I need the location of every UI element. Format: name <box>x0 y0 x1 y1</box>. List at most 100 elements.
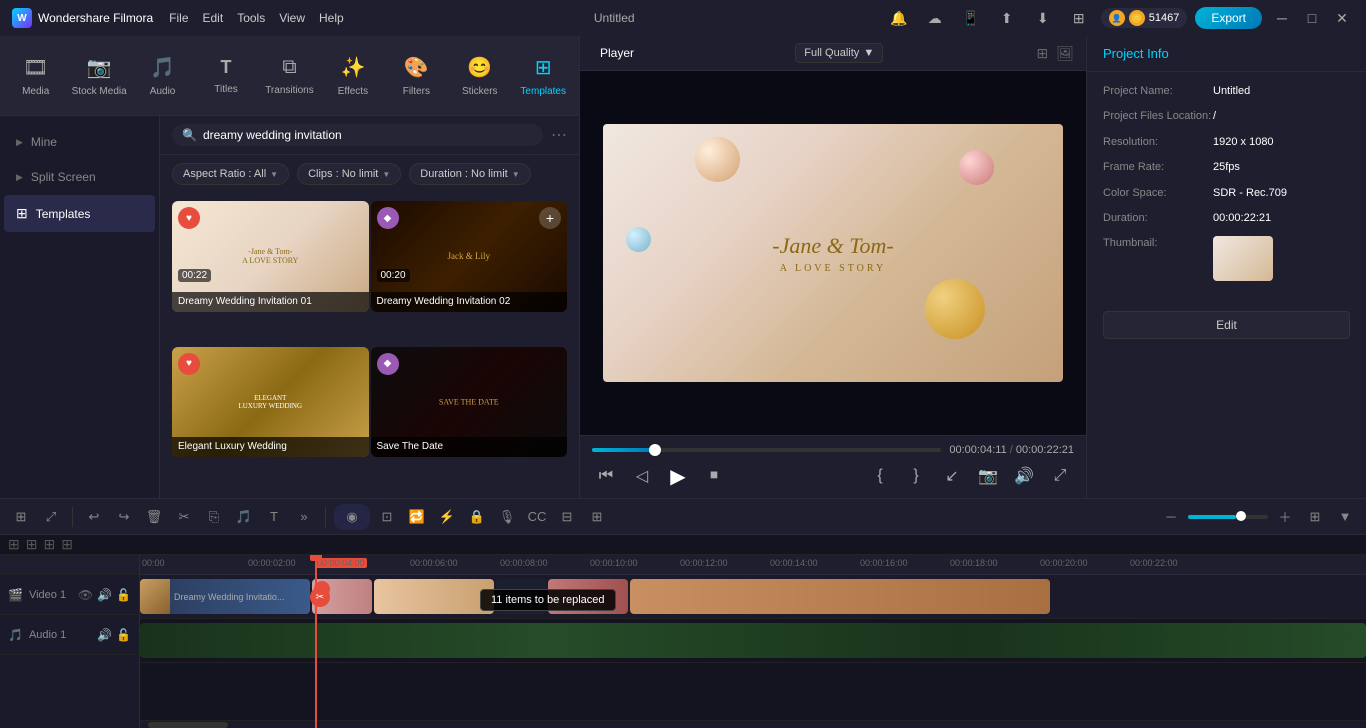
toolbar-audio[interactable]: 🎵 Audio <box>131 36 194 115</box>
sidebar-item-split-screen[interactable]: ▶ Split Screen <box>4 160 155 194</box>
video-eye-icon[interactable]: 👁 <box>78 588 93 602</box>
zoom-bar[interactable] <box>1188 515 1268 519</box>
template-card-wedding-02[interactable]: ◆ 00:20 + Dreamy Wedding Invitation 02 <box>371 201 568 312</box>
cloud-icon[interactable]: ☁ <box>921 4 949 32</box>
template-card-save-date[interactable]: ◆ Save The Date <box>371 347 568 458</box>
video-clip-floral[interactable] <box>374 579 494 614</box>
tl-grid-btn[interactable]: ⊞ <box>1302 504 1328 530</box>
tl-settings-btn[interactable]: ▼ <box>1332 504 1358 530</box>
share-icon[interactable]: ⬆ <box>993 4 1021 32</box>
tl-clip-btn[interactable]: ⊡ <box>374 504 400 530</box>
toolbar-transitions[interactable]: ⧉ Transitions <box>258 36 321 115</box>
tl-text-btn[interactable]: T <box>261 504 287 530</box>
content-panel: 🔍 ⋯ Aspect Ratio : All ▼ Clips : No limi… <box>160 116 579 498</box>
phone-icon[interactable]: 📱 <box>957 4 985 32</box>
notification-icon[interactable]: 🔔 <box>885 4 913 32</box>
menu-edit[interactable]: Edit <box>203 11 224 25</box>
menu-file[interactable]: File <box>169 11 188 25</box>
tl-overlay-btn[interactable]: ⊞ <box>584 504 610 530</box>
volume-button[interactable]: 🔊 <box>1010 462 1038 490</box>
sidebar-item-mine[interactable]: ▶ Mine <box>4 125 155 159</box>
zoom-out-btn[interactable]: － <box>1158 504 1184 530</box>
zoom-in-btn[interactable]: ＋ <box>1272 504 1298 530</box>
fullscreen-button[interactable]: ⤢ <box>1046 462 1074 490</box>
toolbar-templates[interactable]: ⊞ Templates <box>512 36 575 115</box>
download-icon[interactable]: ⬇ <box>1029 4 1057 32</box>
frame-back-button[interactable]: ◁ <box>628 462 656 490</box>
play-button[interactable]: ▶ <box>664 462 692 490</box>
timeline-scrollbar[interactable] <box>140 720 1366 728</box>
clips-filter[interactable]: Clips : No limit ▼ <box>297 163 401 185</box>
player-tab[interactable]: Player <box>592 42 642 64</box>
apps-icon[interactable]: ⊞ <box>1065 4 1093 32</box>
tl-redo-btn[interactable]: ↪ <box>111 504 137 530</box>
add-pip-track-btn[interactable]: ⊞ <box>61 536 73 553</box>
audio-lock-icon[interactable]: 🔓 <box>116 628 131 642</box>
mark-in-button[interactable]: { <box>866 462 894 490</box>
toolbar-titles[interactable]: T Titles <box>194 36 257 115</box>
add-effect-track-btn[interactable]: ⊞ <box>43 536 55 553</box>
tl-mic-btn[interactable]: 🎙 <box>494 504 520 530</box>
tl-undo-btn[interactable]: ↩ <box>81 504 107 530</box>
toolbar-effects[interactable]: ✨ Effects <box>321 36 384 115</box>
edit-button[interactable]: Edit <box>1103 311 1350 339</box>
snapshot-button[interactable]: 📷 <box>974 462 1002 490</box>
image-view-icon[interactable]: 🖼 <box>1056 45 1074 62</box>
duration-value: 00:00:22:21 <box>1213 211 1271 226</box>
tl-subtitle-btn[interactable]: ⊟ <box>554 504 580 530</box>
audio-icon: 🎵 <box>150 55 175 80</box>
template-card-luxury[interactable]: ♥ Elegant Luxury Wedding <box>172 347 369 458</box>
toolbar-media[interactable]: 🎞 Media <box>4 36 67 115</box>
tl-audio-btn[interactable]: 🎵 <box>231 504 257 530</box>
top-toolbar: 🎞 Media 📷 Stock Media 🎵 Audio T Titles ⧉ <box>0 36 579 116</box>
menu-view[interactable]: View <box>279 11 305 25</box>
quality-select[interactable]: Full Quality ▼ <box>795 43 883 63</box>
template-card-wedding-01[interactable]: ♥ 00:22 Dreamy Wedding Invitation 01 <box>172 201 369 312</box>
add-video-track-btn[interactable]: ⊞ <box>8 536 20 553</box>
toolbar-stock[interactable]: 📷 Stock Media <box>67 36 130 115</box>
scrollbar-thumb[interactable] <box>148 722 228 728</box>
search-more-icon[interactable]: ⋯ <box>551 125 567 145</box>
tl-cut-btn[interactable]: ✂ <box>171 504 197 530</box>
tl-more-btn[interactable]: » <box>291 504 317 530</box>
insert-button[interactable]: ↙ <box>938 462 966 490</box>
grid-view-icon[interactable]: ⊞ <box>1036 45 1048 62</box>
tl-lock-btn[interactable]: 🔒 <box>464 504 490 530</box>
template-add-icon[interactable]: + <box>539 207 561 229</box>
bottom-timeline: ⊞ ⤢ ↩ ↪ 🗑 ✂ ⎘ 🎵 T » ◉ ⊡ 🔁 ⚡ 🔒 🎙 CC ⊟ ⊞ － <box>0 498 1366 728</box>
menu-tools[interactable]: Tools <box>237 11 265 25</box>
ctrl-group-right: { } ↙ 📷 🔊 ⤢ <box>866 462 1074 490</box>
minimize-button[interactable]: ─ <box>1270 6 1294 30</box>
video-clip-tan[interactable] <box>630 579 1050 614</box>
export-button[interactable]: Export <box>1195 7 1262 29</box>
tl-toggle-btn[interactable]: ◉ <box>334 504 370 530</box>
maximize-button[interactable]: □ <box>1300 6 1324 30</box>
tl-captions-btn[interactable]: CC <box>524 504 550 530</box>
tl-select-btn[interactable]: ⤢ <box>38 504 64 530</box>
tl-layout-btn[interactable]: ⊞ <box>8 504 34 530</box>
add-audio-track-btn[interactable]: ⊞ <box>26 536 38 553</box>
search-input[interactable] <box>203 128 533 142</box>
menu-help[interactable]: Help <box>319 11 344 25</box>
sidebar-item-templates[interactable]: ⊞ Templates <box>4 195 155 232</box>
tl-delete-btn[interactable]: 🗑 <box>141 504 167 530</box>
close-button[interactable]: ✕ <box>1330 6 1354 30</box>
video-volume-icon[interactable]: 🔊 <box>97 588 112 602</box>
transitions-icon: ⧉ <box>282 56 296 79</box>
tl-copy-btn[interactable]: ⎘ <box>201 504 227 530</box>
tl-speed-btn[interactable]: ⚡ <box>434 504 460 530</box>
template-duration-2: 00:20 <box>377 269 410 282</box>
stop-button[interactable]: ⏹ <box>700 462 728 490</box>
progress-bar[interactable] <box>592 448 941 452</box>
audio-volume-icon[interactable]: 🔊 <box>97 628 112 642</box>
toolbar-stickers[interactable]: 😊 Stickers <box>448 36 511 115</box>
rewind-button[interactable]: ⏮ <box>592 462 620 490</box>
video-lock-icon[interactable]: 🔓 <box>116 588 131 602</box>
duration-filter[interactable]: Duration : No limit ▼ <box>409 163 530 185</box>
toolbar-filters[interactable]: 🎨 Filters <box>385 36 448 115</box>
mark-out-button[interactable]: } <box>902 462 930 490</box>
aspect-ratio-filter[interactable]: Aspect Ratio : All ▼ <box>172 163 289 185</box>
sidebar-split-label: Split Screen <box>31 170 96 184</box>
video-clip-main[interactable]: Dreamy Wedding Invitatio... <box>140 579 310 614</box>
tl-loop-btn[interactable]: 🔁 <box>404 504 430 530</box>
